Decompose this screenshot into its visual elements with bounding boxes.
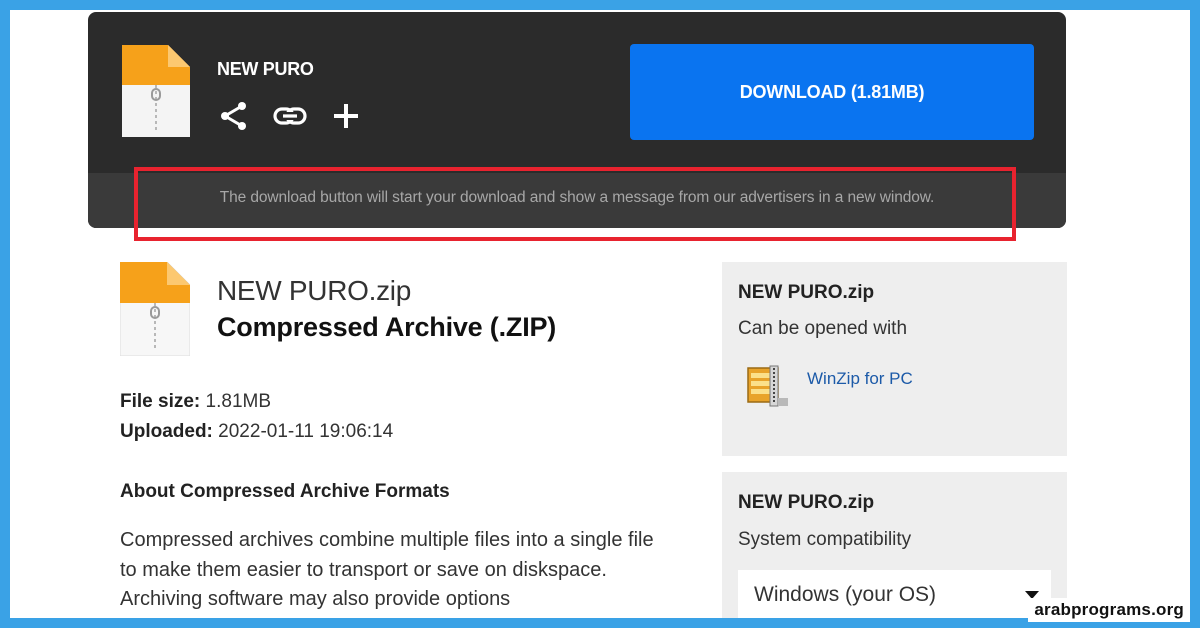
plus-icon[interactable] (328, 98, 364, 134)
uploaded-row: Uploaded: 2022-01-11 19:06:14 (120, 421, 393, 443)
os-select-value: Windows (your OS) (754, 583, 937, 606)
os-select[interactable]: Windows (your OS) (738, 570, 1051, 618)
open-with-subtitle: Can be opened with (738, 318, 908, 339)
compatibility-title: NEW PURO.zip (738, 492, 875, 513)
zip-file-icon (120, 262, 190, 356)
file-title: NEW PURO (217, 59, 314, 79)
about-body: Compressed archives combine multiple fil… (120, 529, 654, 610)
winzip-link[interactable]: WinZip for PC (807, 369, 913, 389)
download-button[interactable]: DOWNLOAD (1.81MB) (630, 44, 1034, 140)
uploaded-label: Uploaded: (120, 421, 213, 442)
winzip-icon (747, 365, 788, 407)
file-size-row: File size: 1.81MB (120, 391, 271, 413)
file-size-value: 1.81MB (205, 391, 272, 412)
open-with-title: NEW PURO.zip (738, 282, 875, 303)
watermark: arabprograms.org (1028, 598, 1190, 622)
link-icon[interactable] (272, 98, 308, 134)
download-notice-text: The download button will start your down… (219, 189, 935, 206)
open-with-card: NEW PURO.zip Can be opened with WinZip f… (722, 262, 1067, 456)
uploaded-value: 2022-01-11 19:06:14 (218, 421, 394, 442)
file-size-label: File size: (120, 391, 201, 412)
download-header-top: NEW PURO DOWNLOAD (1.81MB) (88, 12, 1066, 173)
file-name: NEW PURO.zip (217, 275, 411, 306)
download-header-panel: NEW PURO DOWNLOAD (1.81MB) The download … (88, 12, 1066, 228)
share-icon[interactable] (216, 98, 252, 134)
compatibility-card: NEW PURO.zip System compatibility Window… (722, 472, 1067, 618)
download-notice-bar: The download button will start your down… (88, 173, 1066, 228)
page-canvas: NEW PURO DOWNLOAD (1.81MB) The download … (10, 10, 1190, 618)
file-type: Compressed Archive (.ZIP) (217, 312, 557, 342)
zip-file-icon (122, 45, 190, 137)
about-title: About Compressed Archive Formats (120, 481, 450, 502)
compatibility-subtitle: System compatibility (738, 529, 912, 550)
